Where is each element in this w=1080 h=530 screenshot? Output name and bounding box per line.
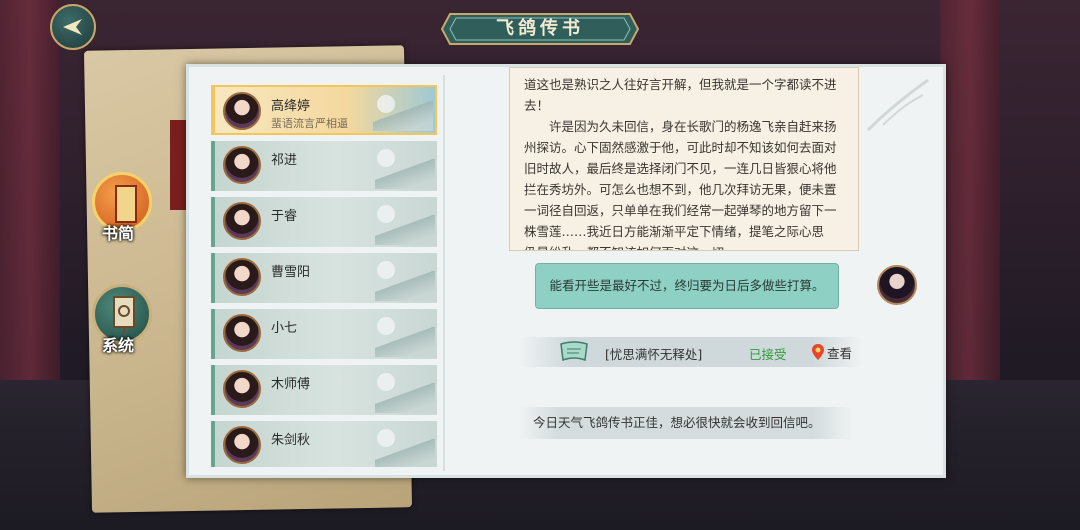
page-title: 飞鸽传书 (496, 18, 584, 39)
contact-name: 朱剑秋 (271, 433, 311, 448)
contact-name: 高绛婷 (271, 99, 311, 114)
system-tab-label: 系统 (102, 336, 135, 355)
contact-avatar (223, 258, 261, 296)
contact-item[interactable]: 朱剑秋 (211, 421, 437, 467)
letter-panel: 高绛婷 蜚语流言严相逼 祁进 于睿 曹雪阳 小七 木师傅 朱剑秋 道这也是熟识之… (186, 64, 946, 478)
letter-line: 拦在秀坊外。可怎么也想不到，他几次拜访无果，便未置 (524, 182, 837, 197)
contact-avatar (223, 146, 261, 184)
letter-line: 仍是纷乱，都不知该如何面对这一切。 (524, 242, 844, 250)
letter-line: 道这也是熟识之人往好言开解，但我就是一个字都读不进 (524, 77, 837, 92)
player-avatar (877, 265, 917, 305)
scroll-quest-icon (560, 341, 588, 362)
landscape-decoration (375, 215, 435, 245)
contact-item[interactable]: 小七 (211, 309, 437, 359)
background-pillar (940, 0, 1000, 380)
quest-view-label: 查看 (827, 345, 853, 361)
landscape-decoration (375, 159, 435, 189)
contact-name: 小七 (271, 321, 298, 336)
quest-view-button[interactable]: 查看 (811, 341, 852, 363)
contact-item[interactable]: 木师傅 (211, 365, 437, 415)
contact-name: 祁进 (271, 153, 298, 168)
letter-line: 株雪莲……我近日方能渐渐平定下情绪，提笔之际心思 (524, 224, 825, 239)
contact-name: 于睿 (271, 209, 298, 224)
back-button[interactable] (50, 4, 96, 50)
back-arrow-icon (63, 19, 82, 35)
contact-avatar (223, 314, 261, 352)
contact-name: 曹雪阳 (271, 265, 311, 280)
quest-status: 已接受 (749, 347, 787, 362)
contact-list[interactable]: 高绛婷 蜚语流言严相逼 祁进 于睿 曹雪阳 小七 木师傅 朱剑秋 (211, 85, 437, 467)
letters-tab-label: 书简 (102, 224, 135, 243)
lantern-icon (113, 296, 135, 334)
contact-item[interactable]: 高绛婷 蜚语流言严相逼 (211, 85, 437, 135)
location-pin-icon (812, 344, 824, 360)
scroll-icon (115, 185, 137, 223)
landscape-decoration (375, 439, 435, 467)
landscape-decoration (375, 327, 435, 357)
letter-line: 去！ (524, 98, 550, 113)
incoming-letter: 道这也是熟识之人往好言开解，但我就是一个字都读不进 去！ 许是因为久未回信，身在… (509, 67, 859, 251)
landscape-decoration (375, 383, 435, 413)
contact-avatar (223, 426, 261, 464)
contact-item[interactable]: 祁进 (211, 141, 437, 191)
contact-avatar (223, 202, 261, 240)
system-message: 今日天气飞鸽传书正佳，想必很快就会收到回信吧。 (519, 407, 853, 439)
letter-line: 旧时故人，最后终是选择闭门不见，一连几日皆狠心将他 (524, 161, 837, 176)
letter-line: 许是因为久未回信，身在长歌门的杨逸飞亲自赶来扬 (524, 119, 837, 134)
panel-divider (443, 75, 445, 471)
title-plate: 飞鸽传书 (440, 10, 640, 48)
contact-avatar (223, 370, 261, 408)
landscape-decoration (373, 101, 433, 131)
background-pillar (0, 0, 60, 380)
letter-line: 一词径自回返，只单单在我们经常一起弹琴的地方留下一 (524, 203, 837, 218)
decorative-brush-icon (866, 78, 929, 132)
contact-avatar (223, 92, 261, 130)
quest-name: [忧思满怀无释处] (605, 347, 703, 362)
quest-row: [忧思满怀无释处] 已接受 查看 (519, 337, 863, 367)
contact-item[interactable]: 于睿 (211, 197, 437, 247)
landscape-decoration (375, 271, 435, 301)
letter-line: 州探访。心下固然感激于他，可此时却不知该如何去面对 (524, 140, 837, 155)
contact-name: 木师傅 (271, 377, 311, 392)
reply-bubble: 能看开些是最好不过，终归要为日后多做些打算。 (535, 263, 839, 309)
contact-subtitle: 蜚语流言严相逼 (271, 117, 348, 130)
contact-item[interactable]: 曹雪阳 (211, 253, 437, 303)
